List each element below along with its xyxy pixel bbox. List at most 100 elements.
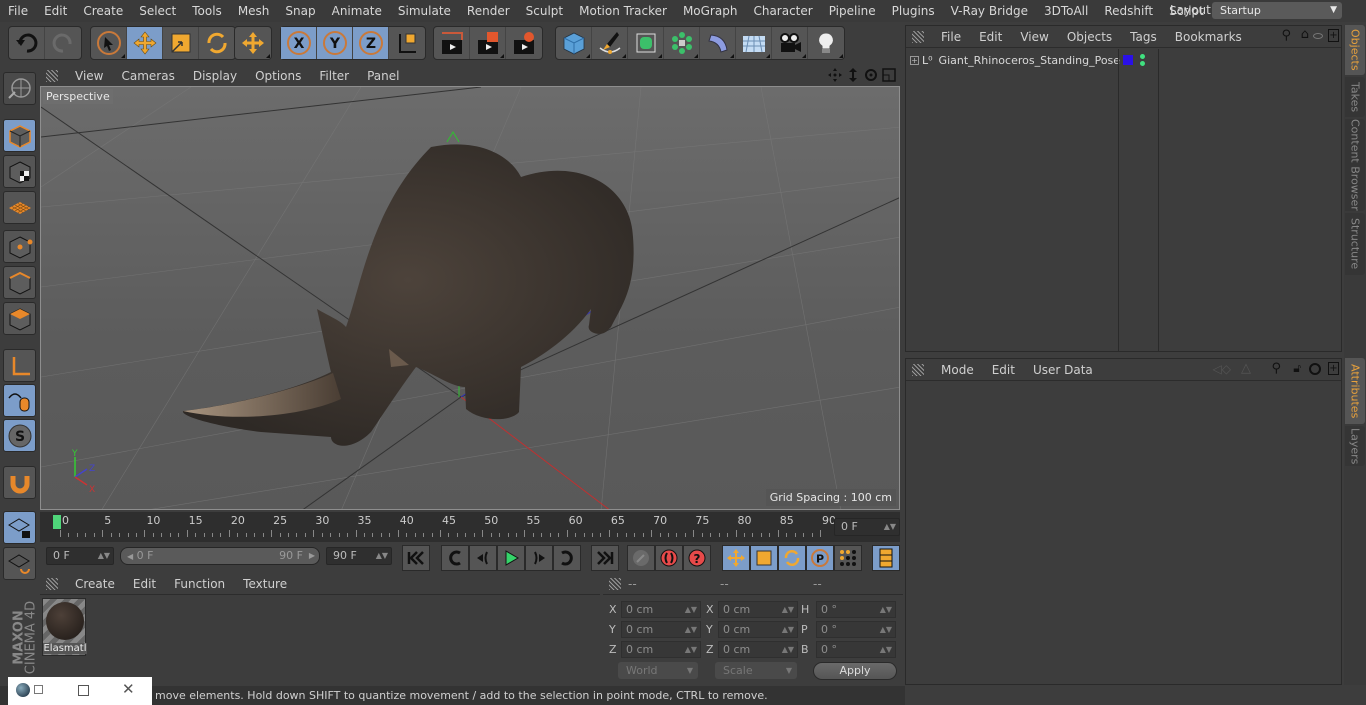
points-mode-button[interactable] [3,230,36,263]
lock-icon[interactable]: 🔓︎ [1293,361,1301,376]
render-picture-viewer-button[interactable] [470,27,506,59]
recent-move-button[interactable] [235,27,271,59]
timeline-window-button[interactable] [872,545,900,571]
new-window-icon[interactable]: + [1328,362,1339,375]
panel-grip-icon[interactable] [609,577,621,590]
tab-layers[interactable]: Layers [1345,426,1365,466]
restore-icon[interactable] [34,685,43,694]
render-view-button[interactable] [434,27,470,59]
current-frame-field[interactable]: 0 F ▲▼ [834,518,900,536]
workplane-align-button[interactable] [3,547,36,580]
mat-menu-edit[interactable]: Edit [124,577,165,591]
tweak-mode-button[interactable] [3,384,36,417]
editor-visibility-dot[interactable] [1140,54,1145,59]
search-icon[interactable]: ⚲ [1271,361,1281,376]
menu-vray-bridge[interactable]: V-Ray Bridge [943,4,1036,18]
camera-button[interactable] [772,27,808,59]
undo-button[interactable] [9,27,45,59]
panel-grip-icon[interactable] [46,70,58,82]
play-button[interactable] [497,545,525,571]
menu-mesh[interactable]: Mesh [230,4,278,18]
vp-menu-panel[interactable]: Panel [358,69,408,83]
vp-menu-view[interactable]: View [66,69,112,83]
key-scale-button[interactable] [750,545,778,571]
apply-button[interactable]: Apply [813,662,897,680]
cloner-button[interactable] [664,27,700,59]
coord-value-field[interactable]: 0 cm ▲▼ [621,621,701,638]
menu-animate[interactable]: Animate [324,4,390,18]
menu-sculpt[interactable]: Sculpt [518,4,571,18]
pan-view-icon[interactable] [828,68,842,82]
tab-structure[interactable]: Structure [1345,213,1365,275]
menu-tools[interactable]: Tools [184,4,230,18]
live-selection-button[interactable] [91,27,127,59]
layout-select[interactable]: Startup ▼ [1212,2,1342,19]
panel-grip-icon[interactable] [46,577,58,590]
menu-render[interactable]: Render [459,4,518,18]
maximize-view-icon[interactable] [882,68,896,82]
back-arrow-icon[interactable]: ◁◇ [1213,362,1231,376]
panel-grip-icon[interactable] [912,30,924,43]
light-button[interactable] [808,27,844,59]
panel-grip-icon[interactable] [912,363,924,376]
coordinate-space-select[interactable]: World ▼ [618,662,698,679]
om-menu-view[interactable]: View [1011,30,1057,44]
tab-objects[interactable]: Objects [1345,25,1365,75]
menu-plugins[interactable]: Plugins [884,4,943,18]
coord-value-field[interactable]: 0 cm ▲▼ [718,641,798,658]
viewport-camera-label[interactable]: Perspective [43,89,113,104]
menu-mograph[interactable]: MoGraph [675,4,746,18]
mat-menu-create[interactable]: Create [66,577,124,591]
close-icon[interactable]: ✕ [122,680,135,698]
coord-value-field[interactable]: 0 cm ▲▼ [718,621,798,638]
next-frame-button[interactable] [525,545,553,571]
range-right-arrow-icon[interactable]: ▶ [309,548,315,564]
menu-3dtoall[interactable]: 3DToAll [1036,4,1096,18]
menu-create[interactable]: Create [75,4,131,18]
x-axis-button[interactable]: X [281,27,317,59]
om-menu-bookmarks[interactable]: Bookmarks [1166,30,1251,44]
start-frame-field[interactable]: 0 F ▲▼ [46,547,114,565]
render-visibility-dot[interactable] [1140,61,1145,66]
menu-edit[interactable]: Edit [36,4,75,18]
object-name[interactable]: Giant_Rhinoceros_Standing_Pose [939,54,1121,67]
rotate-view-icon[interactable] [864,68,878,82]
key-position-button[interactable] [722,545,750,571]
pen-button[interactable] [592,27,628,59]
solo-button[interactable]: S [3,419,36,452]
redo-button[interactable] [45,27,81,59]
frame-range-slider[interactable]: ◀ 0 F 90 F ▶ [120,547,320,565]
timeline-ruler[interactable]: 0 5 10 15 20 25 30 35 40 45 50 55 60 65 70 75 80 85 90 0 F… [40,512,900,542]
floor-button[interactable] [736,27,772,59]
range-left-arrow-icon[interactable]: ◀ [127,552,133,561]
cube-button[interactable] [556,27,592,59]
workplane-mode-button[interactable] [3,191,36,224]
vp-menu-display[interactable]: Display [184,69,246,83]
subdivision-surface-button[interactable] [628,27,664,59]
tab-attributes[interactable]: Attributes [1345,358,1365,424]
workplane-lock-button[interactable] [3,511,36,544]
polygons-mode-button[interactable] [3,302,36,335]
menu-file[interactable]: File [0,4,36,18]
mat-menu-texture[interactable]: Texture [234,577,296,591]
layer-color-swatch[interactable] [1123,55,1133,65]
hide-icon[interactable] [1313,33,1323,39]
mat-menu-function[interactable]: Function [165,577,234,591]
maximize-icon[interactable] [78,685,89,696]
render-settings-button[interactable] [506,27,542,59]
menu-select[interactable]: Select [131,4,184,18]
y-axis-button[interactable]: Y [317,27,353,59]
menu-motion-tracker[interactable]: Motion Tracker [571,4,675,18]
edges-mode-button[interactable] [3,266,36,299]
coord-value-field[interactable]: 0 ° ▲▼ [816,641,896,658]
keyframe-selection-button[interactable]: ? [683,545,711,571]
move-button[interactable] [127,27,163,59]
tab-content-browser[interactable]: Content Browser [1345,119,1365,211]
expand-icon[interactable]: + [910,55,919,65]
am-menu-mode[interactable]: Mode [932,363,983,377]
om-menu-objects[interactable]: Objects [1058,30,1121,44]
end-frame-field[interactable]: 90 F ▲▼ [326,547,392,565]
go-to-start-button[interactable] [402,545,430,571]
snap-button[interactable] [3,466,36,499]
key-rotation-button[interactable] [778,545,806,571]
